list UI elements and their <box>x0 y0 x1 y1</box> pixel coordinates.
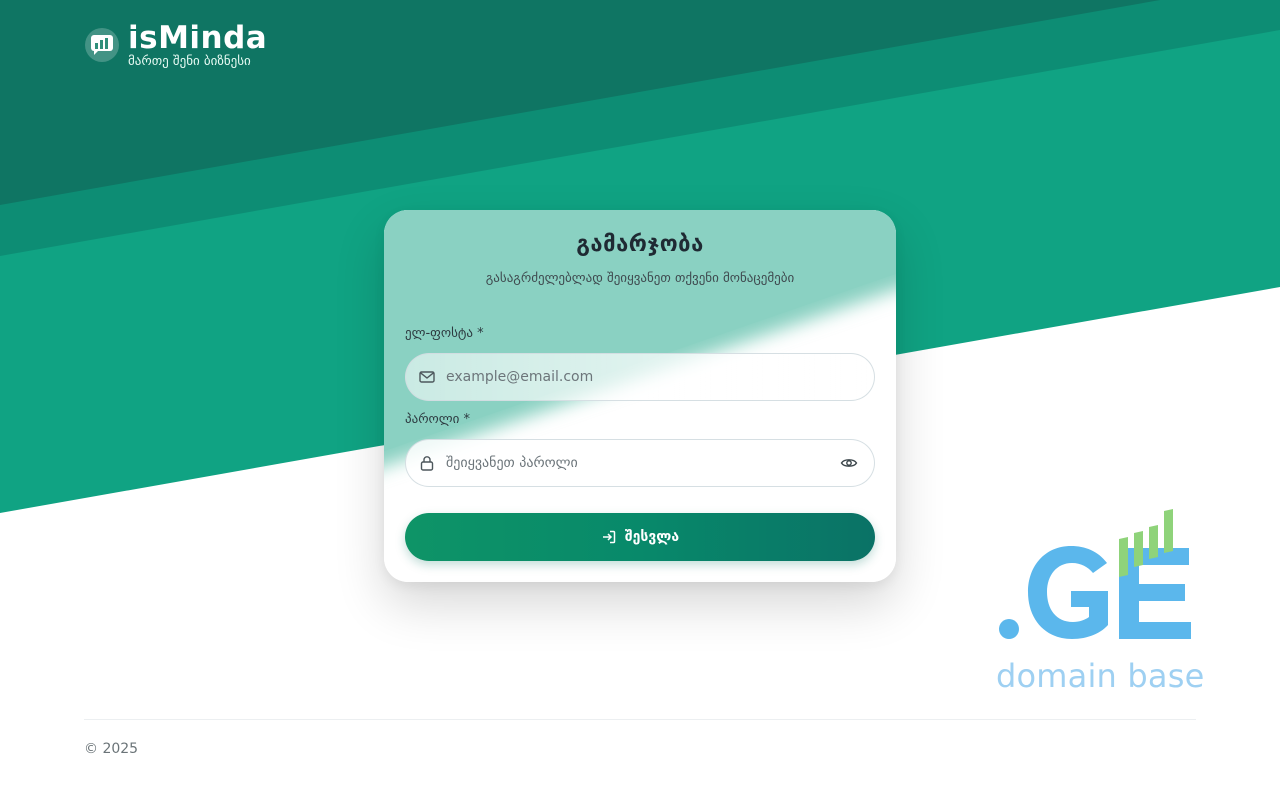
bar-chart-bubble-icon <box>85 28 119 62</box>
mail-icon <box>419 371 435 383</box>
brand-name: isMinda <box>128 20 268 56</box>
email-input-wrapper[interactable] <box>405 353 875 401</box>
login-card: გამარჯობა გასაგრძელებლად შეიყვანეთ თქვენ… <box>384 210 896 582</box>
email-label: ელ-ფოსტა * <box>405 326 484 341</box>
password-input[interactable] <box>446 440 826 486</box>
brand-tagline: მართე შენი ბიზნესი <box>128 54 251 69</box>
login-title: გამარჯობა <box>576 232 704 257</box>
brand-logo[interactable]: isMinda მართე შენი ბიზნესი <box>85 22 267 70</box>
login-subtitle: გასაგრძელებლად შეიყვანეთ თქვენი მონაცემე… <box>485 271 795 286</box>
login-page: isMinda მართე შენი ბიზნესი გამარჯობა გას… <box>0 0 1280 800</box>
domain-base-text: domain base <box>996 657 1205 695</box>
login-submit-button[interactable]: შესვლა <box>405 513 875 561</box>
footer-divider <box>84 719 1196 720</box>
password-input-wrapper[interactable] <box>405 439 875 487</box>
eye-icon[interactable] <box>840 454 858 472</box>
email-input[interactable] <box>446 354 826 400</box>
login-submit-label: შესვლა <box>624 529 680 545</box>
login-arrow-icon <box>602 530 616 544</box>
footer-copyright: © 2025 <box>84 741 139 757</box>
password-label: პაროლი * <box>405 412 470 427</box>
lock-icon <box>420 456 434 471</box>
